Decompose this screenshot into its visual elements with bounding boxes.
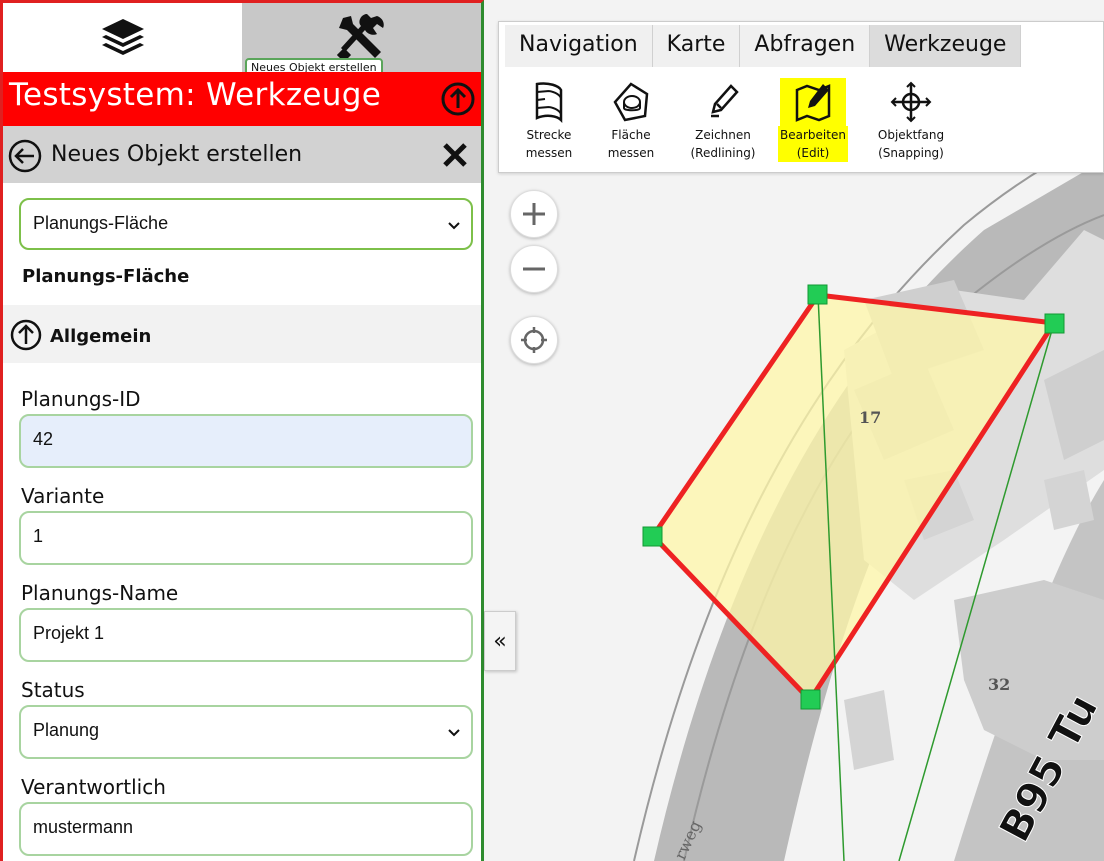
- toolbar-tabs: Navigation Karte Abfragen Werkzeuge: [505, 25, 1022, 67]
- page-title: Testsystem: Werkzeuge: [9, 77, 382, 113]
- tool-label: Bearbeiten (Edit): [778, 126, 848, 162]
- polygon-vertex[interactable]: [642, 526, 663, 547]
- status-select[interactable]: Planung: [19, 705, 473, 759]
- zoom-in-button[interactable]: [510, 190, 558, 238]
- tool-flaeche-messen[interactable]: Fläche messen: [589, 78, 673, 162]
- planungs-id-field[interactable]: 42: [19, 414, 473, 468]
- arrow-up-circle-icon: [10, 319, 42, 351]
- arrow-left-circle-icon[interactable]: [8, 139, 42, 173]
- locate-button[interactable]: [510, 316, 558, 364]
- chevron-down-icon: [448, 729, 460, 737]
- tool-objektfang[interactable]: Objektfang (Snapping): [869, 78, 953, 162]
- tool-label: Fläche messen: [607, 128, 655, 160]
- tool-strecke-messen[interactable]: Strecke messen: [507, 78, 591, 162]
- building: [844, 690, 894, 770]
- house-number-label: 32: [988, 675, 1010, 694]
- subheader: Neues Objekt erstellen: [3, 126, 481, 183]
- locate-icon: [521, 327, 547, 353]
- object-type-select[interactable]: Planungs-Fläche: [19, 198, 473, 250]
- collapse-panel-button[interactable]: «: [484, 611, 516, 671]
- planungs-name-field[interactable]: Projekt 1: [19, 608, 473, 662]
- section-title: Allgemein: [50, 326, 152, 347]
- subheader-title: Neues Objekt erstellen: [51, 142, 303, 167]
- marker-pen-icon: [711, 84, 739, 118]
- tool-label: Strecke messen: [525, 128, 573, 160]
- arrow-up-circle-icon[interactable]: [441, 82, 475, 116]
- verantwortlich-field[interactable]: mustermann: [19, 802, 473, 856]
- tool-label: Zeichnen (Redlining): [690, 128, 756, 160]
- field-label-variante: Variante: [21, 484, 105, 508]
- layers-icon: [101, 18, 144, 55]
- object-type-heading: Planungs-Fläche: [22, 266, 190, 287]
- field-label-planungs-id: Planungs-ID: [21, 387, 141, 411]
- tab-werkzeuge[interactable]: Werkzeuge: [870, 25, 1022, 67]
- plus-icon: [523, 203, 545, 225]
- tab-abfragen[interactable]: Abfragen: [740, 25, 871, 67]
- tools-icon: [336, 13, 384, 62]
- tab-karte[interactable]: Karte: [652, 25, 741, 67]
- edit-map-icon: [795, 84, 831, 122]
- polygon-vertex[interactable]: [800, 689, 821, 710]
- variante-field[interactable]: 1: [19, 511, 473, 565]
- field-label-planungs-name: Planungs-Name: [21, 581, 179, 605]
- tool-zeichnen[interactable]: Zeichnen (Redlining): [681, 78, 765, 162]
- polygon-vertex[interactable]: [807, 284, 828, 305]
- tab-navigation[interactable]: Navigation: [505, 25, 653, 67]
- field-label-status: Status: [21, 678, 85, 702]
- map-view[interactable]: 17 32 B95 Tu rweg Navigation Karte Abfra…: [484, 0, 1104, 861]
- object-type-value: Planungs-Fläche: [33, 213, 169, 233]
- tool-bearbeiten[interactable]: Bearbeiten (Edit): [771, 78, 855, 162]
- status-value: Planung: [33, 720, 100, 740]
- panel-tabs: [3, 3, 481, 72]
- house-number-label: 17: [859, 408, 881, 427]
- chevron-down-icon: [448, 222, 460, 230]
- ruler-icon: [535, 82, 563, 124]
- crosshair-icon: [890, 81, 932, 123]
- close-icon[interactable]: [441, 141, 469, 169]
- section-header-allgemein[interactable]: Allgemein: [3, 305, 481, 363]
- side-panel: Neues Objekt erstellen Testsystem: Werkz…: [0, 0, 484, 861]
- area-measure-icon: [613, 82, 649, 122]
- tab-layers[interactable]: [3, 3, 242, 72]
- map-toolbar: Navigation Karte Abfragen Werkzeuge Stre…: [498, 21, 1104, 173]
- polygon-vertex[interactable]: [1044, 313, 1065, 334]
- title-bar: Testsystem: Werkzeuge: [3, 72, 481, 126]
- zoom-out-button[interactable]: [510, 245, 558, 293]
- minus-icon: [523, 267, 545, 271]
- field-label-verantwortlich: Verantwortlich: [21, 775, 166, 799]
- tool-label: Objektfang (Snapping): [877, 128, 945, 160]
